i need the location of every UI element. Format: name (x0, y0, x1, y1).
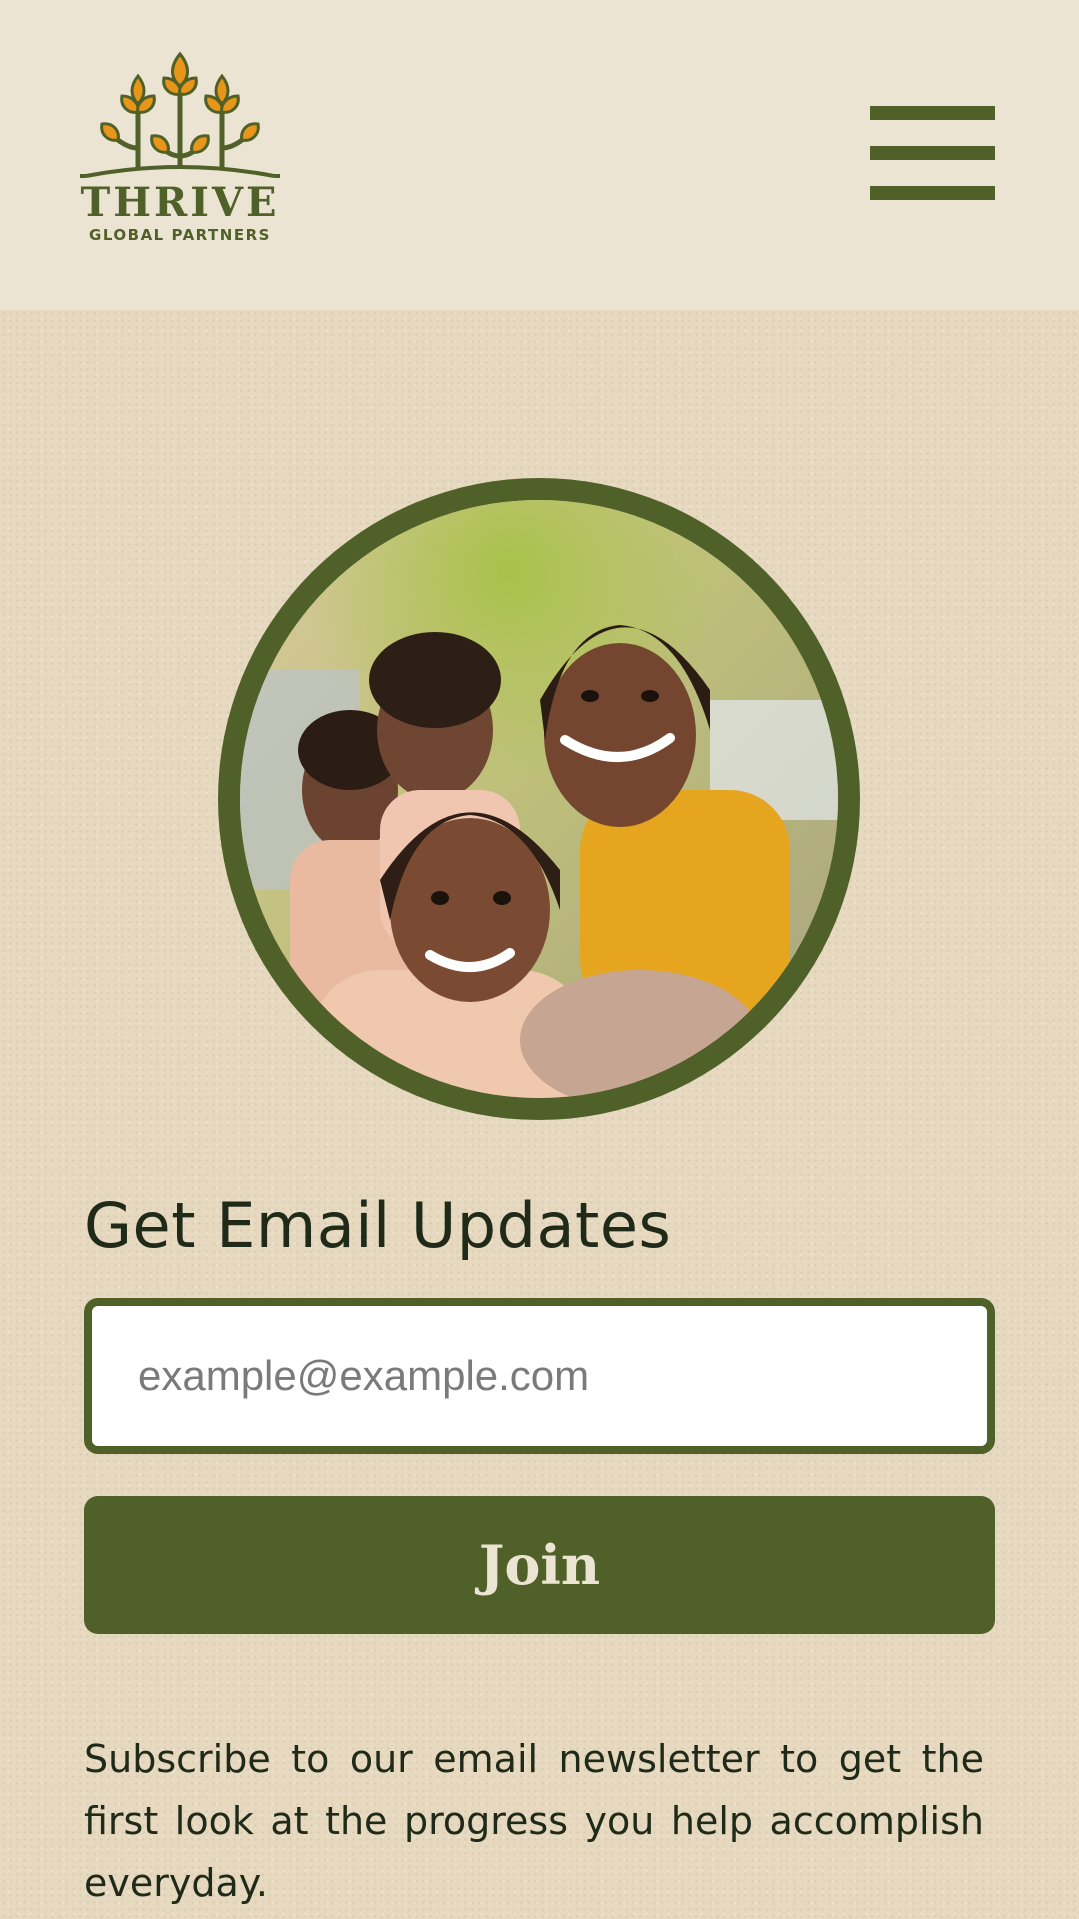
smiling-children-photo (240, 500, 838, 1098)
hero-photo-frame (218, 478, 860, 1120)
hamburger-menu-icon[interactable] (870, 106, 995, 201)
join-button[interactable]: Join (84, 1496, 995, 1634)
menu-bar-top (870, 106, 995, 120)
email-updates-heading: Get Email Updates (84, 1189, 672, 1262)
menu-bar-middle (870, 146, 995, 160)
thrive-logo[interactable]: THRIVE GLOBAL PARTNERS (80, 48, 280, 248)
logo-tagline: GLOBAL PARTNERS (89, 226, 271, 244)
logo-name: THRIVE (80, 179, 279, 226)
sprouting-plants-icon: THRIVE GLOBAL PARTNERS (80, 51, 280, 244)
email-field[interactable] (84, 1298, 995, 1454)
site-header: THRIVE GLOBAL PARTNERS (0, 0, 1079, 310)
signup-section: Get Email Updates Join Subscribe to our … (0, 310, 1079, 1919)
newsletter-description: Subscribe to our email newsletter to get… (84, 1737, 984, 1905)
menu-bar-bottom (870, 186, 995, 200)
